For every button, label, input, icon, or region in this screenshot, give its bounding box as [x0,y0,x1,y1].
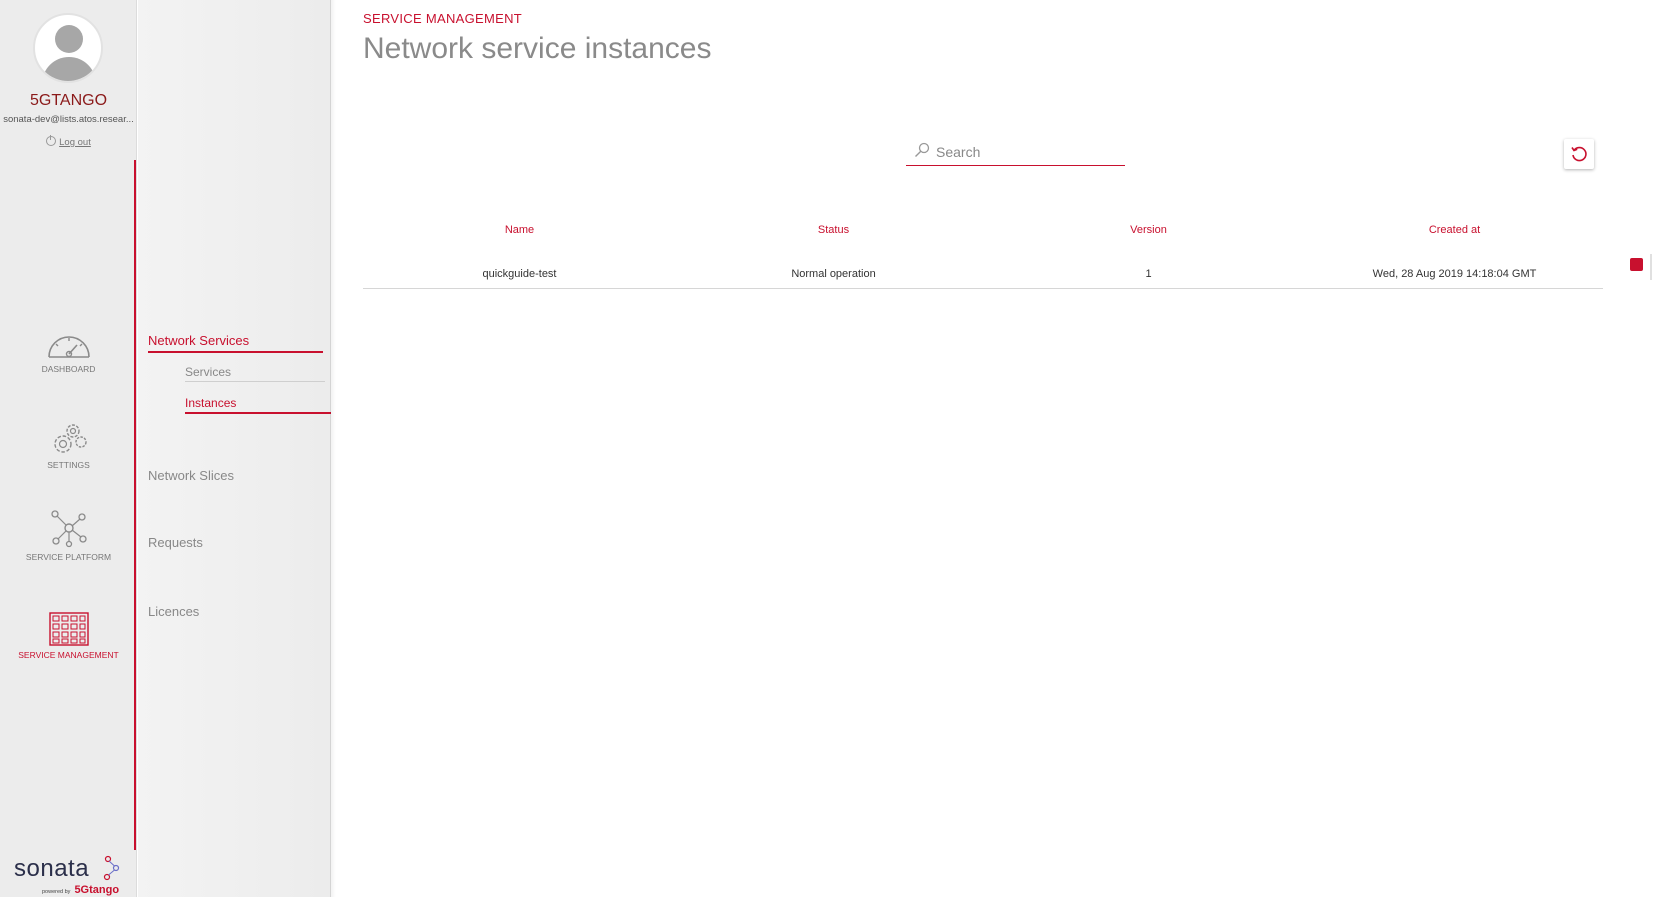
submenu-item-services[interactable]: Services [185,365,325,382]
submenu-requests[interactable]: Requests [148,535,203,550]
brand-name: sonata [14,855,90,882]
row-edge-divider [1650,254,1652,280]
nav-service-management[interactable]: SERVICE MANAGEMENT [0,612,137,661]
nav-settings[interactable]: SETTINGS [0,420,137,471]
network-nodes-icon [50,510,87,548]
avatar[interactable] [33,13,103,83]
logout-label[interactable]: Log out [59,137,91,148]
column-header-name[interactable]: Name [363,220,676,240]
nav-settings-label: SETTINGS [47,460,90,470]
logout-link[interactable]: Log out [0,135,137,148]
submenu-item-instances[interactable]: Instances [185,396,331,414]
search-input[interactable] [936,140,1121,164]
main-sidebar: 5GTANGO sonata-dev@lists.atos.resear... … [0,0,137,897]
page-title: Network service instances [363,32,712,65]
column-header-status[interactable]: Status [676,220,991,240]
user-name: 5GTANGO [29,92,108,109]
power-icon [46,135,57,146]
search-icon [915,142,930,157]
brand-nodes-icon [103,855,120,881]
grid-icon [48,612,89,646]
cell-created-at: Wed, 28 Aug 2019 14:18:04 GMT [1372,268,1537,280]
cell-version: 1 [1145,268,1152,280]
nav-service-management-label: SERVICE MANAGEMENT [18,650,119,660]
nav-service-platform[interactable]: SERVICE PLATFORM [0,508,137,563]
submenu-licences[interactable]: Licences [148,604,199,619]
search-box [906,138,1125,166]
gears-icon [53,424,87,453]
rail-accent-line [134,160,136,850]
submenu-network-slices[interactable]: Network Slices [148,468,234,483]
user-email: sonata-dev@lists.atos.resear... [3,114,134,125]
nav-dashboard[interactable]: DASHBOARD [0,330,137,375]
avatar-body [42,57,96,81]
powered-by-label: powered by [42,889,71,895]
breadcrumb: SERVICE MANAGEMENT [363,11,523,26]
cell-status: Normal operation [791,268,876,280]
instances-table: Name Status Version Created at quickguid… [363,220,1603,289]
app-root: 5GTANGO sonata-dev@lists.atos.resear... … [0,0,1662,897]
column-header-version[interactable]: Version [991,220,1306,240]
powered-by: powered by 5Gtango [42,884,119,896]
table-row[interactable]: quickguide-test Normal operation 1 Wed, … [363,263,1603,289]
refresh-icon [1571,146,1587,162]
stop-instance-button[interactable] [1630,258,1643,271]
sonata-logo: sonata powered by 5Gtango [14,855,126,896]
column-header-created-at[interactable]: Created at [1306,220,1603,240]
avatar-head [55,25,83,53]
table-header: Name Status Version Created at [363,220,1603,240]
gauge-icon [47,336,90,358]
cell-name: quickguide-test [482,268,557,280]
nav-dashboard-label: DASHBOARD [41,364,96,374]
submenu-network-services[interactable]: Network Services [148,333,323,353]
refresh-button[interactable] [1564,139,1594,169]
nav-service-platform-label: SERVICE PLATFORM [25,552,112,562]
secondary-menu: Network Services Services Instances Netw… [138,0,336,897]
brand-tango: 5Gtango [74,884,120,896]
